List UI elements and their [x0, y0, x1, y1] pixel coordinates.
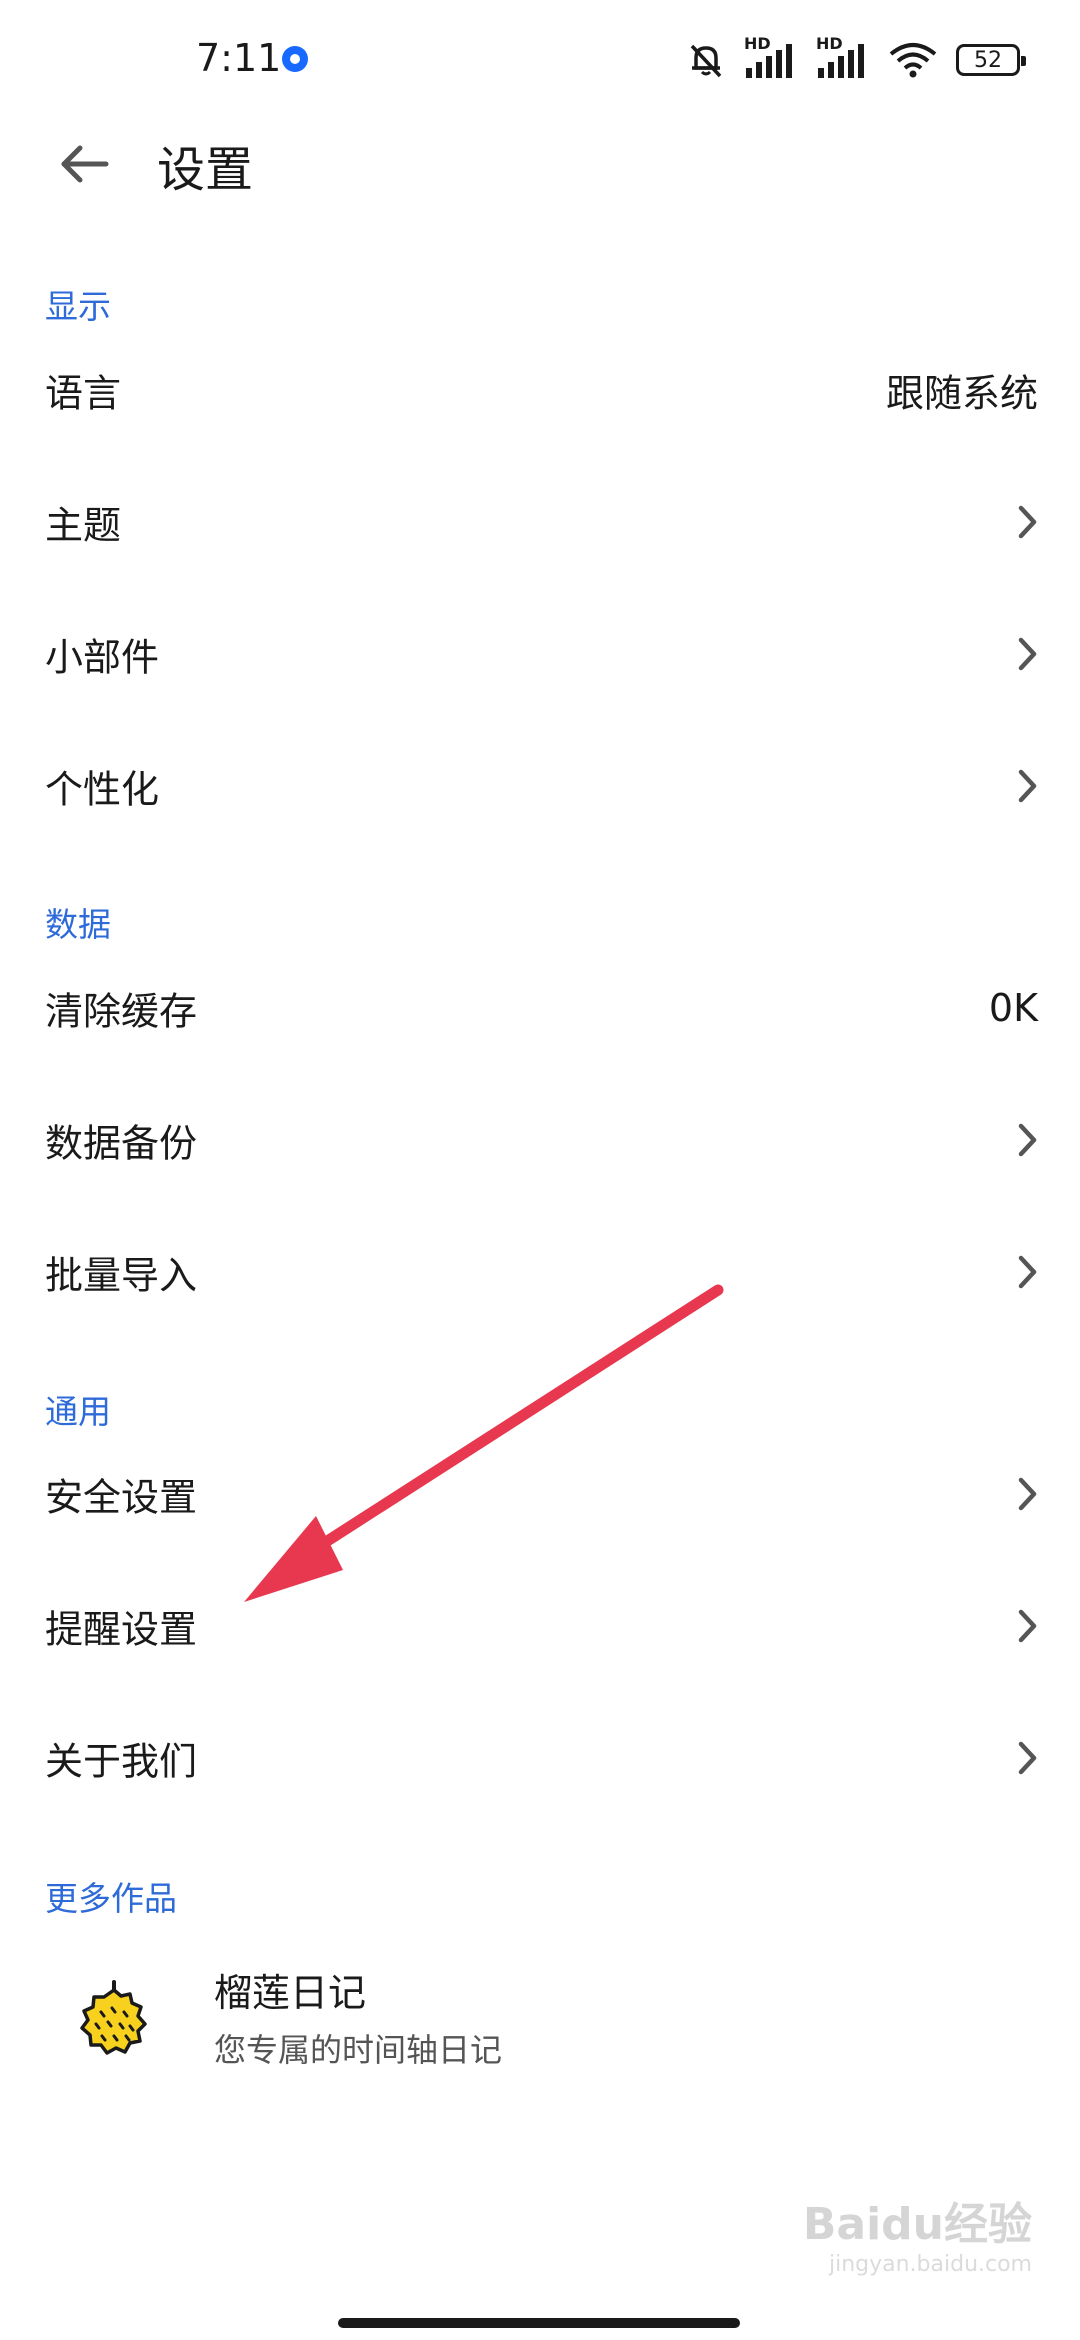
row-label: 关于我们 — [45, 1739, 198, 1784]
section-title-data: 数据 — [45, 905, 111, 944]
chevron-right-icon — [1018, 1609, 1037, 1643]
settings-row-widget[interactable]: 小部件 — [0, 588, 1080, 720]
settings-row-backup[interactable]: 数据备份 — [0, 1074, 1080, 1206]
durian-icon — [80, 1980, 147, 2055]
back-button[interactable] — [48, 138, 120, 190]
settings-row-reminder[interactable]: 提醒设置 — [0, 1560, 1080, 1692]
row-label: 主题 — [45, 503, 122, 548]
watermark-main: Baidu经验 — [802, 2199, 1032, 2250]
settings-screen: 7:11 HD HD 52 设置 显示 语言 跟随系统 主题 小部件 个性化 数… — [0, 0, 1080, 2340]
row-label: 清除缓存 — [45, 989, 198, 1034]
row-value: 跟随系统 — [885, 371, 1038, 416]
chevron-right-icon — [1018, 769, 1037, 803]
home-indicator[interactable] — [338, 2318, 740, 2328]
signal-1-icon: HD — [744, 34, 798, 82]
chevron-right-icon — [1018, 1477, 1037, 1511]
settings-row-personalize[interactable]: 个性化 — [0, 720, 1080, 852]
row-label: 安全设置 — [45, 1475, 198, 1520]
top-app-bar: 设置 — [0, 118, 1080, 208]
notification-app-icon — [282, 46, 308, 72]
settings-row-import[interactable]: 批量导入 — [0, 1206, 1080, 1338]
watermark: Baidu经验 jingyan.baidu.com — [803, 2188, 1032, 2277]
row-label: 提醒设置 — [45, 1607, 198, 1652]
chevron-right-icon — [1018, 1123, 1037, 1157]
row-label: 个性化 — [45, 767, 160, 812]
settings-row-clear-cache[interactable]: 清除缓存 0K — [0, 942, 1080, 1074]
more-works-app-item[interactable]: 榴莲日记 您专属的时间轴日记 — [0, 1940, 1080, 2090]
row-value: 0K — [988, 986, 1038, 1030]
settings-row-language[interactable]: 语言 跟随系统 — [0, 324, 1080, 456]
wifi-icon — [889, 43, 937, 78]
app-name: 榴莲日记 — [214, 1971, 367, 2015]
row-label: 小部件 — [45, 635, 160, 680]
watermark-sub: jingyan.baidu.com — [828, 2252, 1032, 2277]
chevron-right-icon — [1018, 505, 1037, 539]
section-title-display: 显示 — [45, 287, 111, 326]
battery-icon: 52 — [956, 44, 1026, 76]
settings-row-security[interactable]: 安全设置 — [0, 1428, 1080, 1560]
row-label: 语言 — [45, 371, 122, 416]
arrow-left-icon — [61, 145, 109, 183]
page-title: 设置 — [157, 142, 254, 198]
chevron-right-icon — [1018, 1255, 1037, 1289]
settings-row-theme[interactable]: 主题 — [0, 456, 1080, 588]
status-icons: HD HD 52 — [686, 34, 1026, 82]
battery-level: 52 — [974, 47, 1002, 73]
status-bar: 7:11 HD HD 52 — [0, 0, 1080, 118]
status-time: 7:11 — [196, 36, 282, 80]
chevron-right-icon — [1018, 637, 1037, 671]
signal-2-icon: HD — [816, 34, 870, 82]
section-title-more-works: 更多作品 — [45, 1879, 177, 1918]
settings-row-about[interactable]: 关于我们 — [0, 1692, 1080, 1824]
row-label: 批量导入 — [45, 1253, 198, 1298]
chevron-right-icon — [1018, 1741, 1037, 1775]
mute-bell-icon — [690, 44, 722, 78]
section-title-general: 通用 — [45, 1392, 111, 1431]
row-label: 数据备份 — [45, 1121, 198, 1166]
app-description: 您专属的时间轴日记 — [214, 2031, 503, 2069]
